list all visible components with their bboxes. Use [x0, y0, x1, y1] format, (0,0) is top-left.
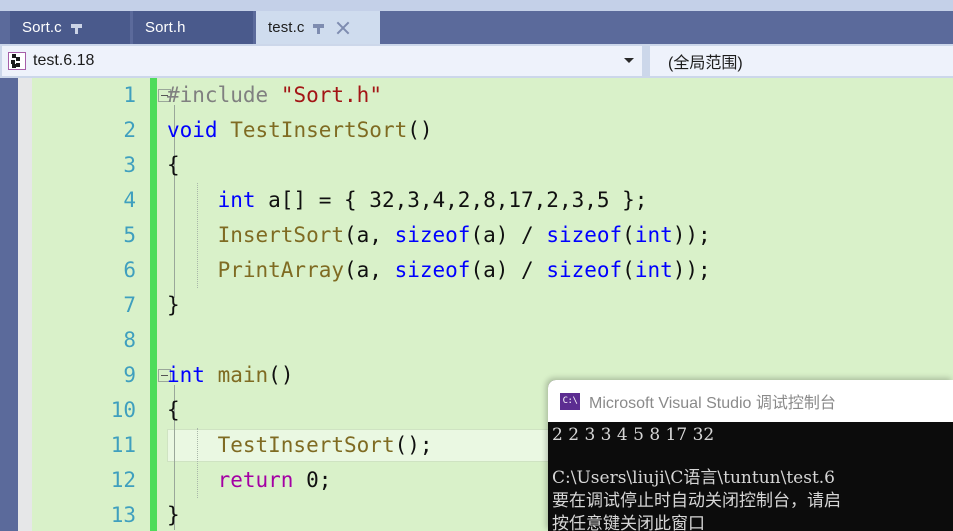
line-number: 11: [110, 433, 136, 457]
token-punctuation: ));: [672, 258, 711, 282]
editor-tab-strip: Sort.c Sort.h test.c: [0, 11, 953, 44]
navigation-bar: test.6.18 (全局范围): [0, 44, 953, 78]
console-output[interactable]: 2 2 3 3 4 5 8 17 32 C:\Users\liuji\C语言\t…: [548, 422, 953, 531]
token-function: TestInsertSort: [230, 118, 408, 142]
token-punctuation: (): [268, 363, 294, 387]
debug-console-window[interactable]: C:\ Microsoft Visual Studio 调试控制台 2 2 3 …: [548, 380, 953, 531]
token-punctuation: ();: [394, 433, 433, 457]
line-number: 3: [123, 153, 136, 177]
line-number: 13: [110, 503, 136, 527]
line-number: 2: [123, 118, 136, 142]
pin-icon[interactable]: [70, 21, 84, 34]
cmd-prompt-icon: C:\: [560, 392, 580, 410]
token-keyword: sizeof: [546, 223, 623, 247]
code-line-6: PrintArray(a, sizeof(a) / sizeof(int));: [157, 253, 711, 288]
line-number: 8: [123, 328, 136, 352]
member-scope-dropdown[interactable]: (全局范围): [650, 46, 953, 76]
token-keyword: sizeof: [394, 258, 471, 282]
token-punctuation: (: [622, 223, 635, 247]
token-expression: 0;: [293, 468, 332, 492]
code-line-4: int a[] = { 32,3,4,2,8,17,2,3,5 };: [157, 183, 648, 218]
member-scope-value: (全局范围): [668, 55, 743, 72]
token-punctuation: ));: [672, 223, 711, 247]
line-number: 6: [123, 258, 136, 282]
token-control-keyword: return: [217, 468, 294, 492]
token-brace: }: [167, 503, 180, 527]
tab-label: Sort.c: [22, 19, 62, 36]
line-number: 10: [110, 398, 136, 422]
token-keyword: sizeof: [394, 223, 471, 247]
token-preprocessor: #include: [167, 83, 269, 107]
tab-label: test.c: [268, 19, 305, 36]
token-keyword: void: [167, 118, 218, 142]
change-indicator-bar: [150, 78, 157, 531]
token-brace: {: [167, 398, 180, 422]
token-function: PrintArray: [217, 258, 345, 282]
code-line-1: #include "Sort.h": [157, 78, 382, 113]
project-scope-value: test.6.18: [33, 52, 95, 69]
tab-test-c[interactable]: test.c: [256, 11, 380, 44]
project-scope-dropdown[interactable]: test.6.18: [2, 46, 642, 76]
token-punctuation: (: [622, 258, 635, 282]
token-keyword: int: [167, 363, 205, 387]
code-line-9: int main(): [157, 358, 293, 393]
c-file-icon: [8, 52, 26, 70]
console-line: 2 2 3 3 4 5 8 17 32: [552, 425, 715, 445]
code-line-10: {: [157, 393, 180, 428]
code-line-7: }: [157, 288, 180, 323]
console-title: Microsoft Visual Studio 调试控制台: [589, 395, 836, 412]
line-number: 12: [110, 468, 136, 492]
pin-icon[interactable]: [313, 21, 326, 34]
token-keyword: int: [634, 223, 673, 247]
console-line: 要在调试停止时自动关闭控制台，请启: [552, 491, 841, 511]
chevron-down-icon[interactable]: [624, 58, 634, 63]
close-icon[interactable]: [336, 21, 350, 35]
token-brace: }: [167, 293, 180, 317]
token-string: "Sort.h": [280, 83, 382, 107]
token-keyword: sizeof: [546, 258, 623, 282]
token-punctuation: (): [407, 118, 433, 142]
line-number: 4: [123, 188, 136, 212]
token-punctuation: (a,: [344, 223, 395, 247]
editor-left-strip: [0, 78, 18, 531]
line-number: 7: [123, 293, 136, 317]
tab-sort-h[interactable]: Sort.h: [133, 11, 253, 44]
token-punctuation: (a) /: [470, 258, 547, 282]
line-number: 9: [123, 363, 136, 387]
tab-label: Sort.h: [145, 19, 186, 36]
code-line-12: return 0;: [157, 463, 332, 498]
console-title-bar[interactable]: C:\ Microsoft Visual Studio 调试控制台: [548, 380, 953, 422]
code-line-2: void TestInsertSort(): [157, 113, 433, 148]
console-line: C:\Users\liuji\C语言\tuntun\test.6: [552, 468, 835, 488]
console-line: 按任意键关闭此窗口: [552, 514, 705, 531]
token-function: InsertSort: [217, 223, 345, 247]
code-line-3: {: [157, 148, 180, 183]
code-line-13: }: [157, 498, 180, 531]
token-function: TestInsertSort: [217, 433, 395, 457]
line-number: 1: [123, 83, 136, 107]
token-function: main: [217, 363, 269, 387]
token-brace: {: [167, 153, 180, 177]
breakpoint-margin[interactable]: [18, 78, 32, 531]
code-line-11: TestInsertSort();: [157, 428, 433, 463]
line-number-gutter: 1 2 3 4 5 6 7 8 9 10 11 12 13: [32, 78, 150, 531]
token-keyword: int: [634, 258, 673, 282]
token-punctuation: (a,: [344, 258, 395, 282]
editor-tab-well: Sort.c Sort.h test.c: [0, 0, 953, 44]
token-punctuation: (a) /: [470, 223, 547, 247]
code-line-5: InsertSort(a, sizeof(a) / sizeof(int));: [157, 218, 711, 253]
tab-sort-c[interactable]: Sort.c: [10, 11, 130, 44]
token-keyword: int: [217, 188, 256, 212]
line-number: 5: [123, 223, 136, 247]
token-expression: a[] = { 32,3,4,2,8,17,2,3,5 };: [255, 188, 648, 212]
